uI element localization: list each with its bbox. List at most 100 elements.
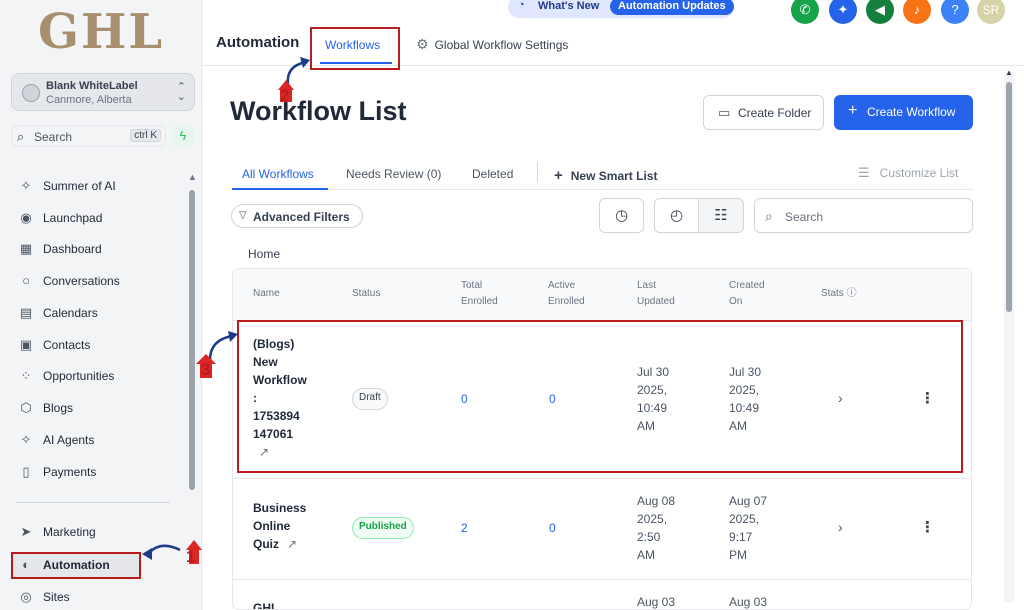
header-created-on[interactable]: Created On bbox=[729, 278, 765, 310]
date-line: Aug 08 bbox=[637, 494, 676, 508]
header-active-enrolled[interactable]: Active Enrolled bbox=[548, 278, 585, 310]
header-total-enrolled[interactable]: Total Enrolled bbox=[461, 278, 498, 310]
scroll-up-icon[interactable]: ▲ bbox=[1005, 68, 1013, 77]
payments-icon: ▯ bbox=[22, 464, 30, 479]
customize-list-button[interactable]: ☰ Customize List bbox=[858, 165, 958, 181]
main-scroll-thumb[interactable] bbox=[1006, 82, 1012, 312]
tab-global-workflow-settings[interactable]: ⚙ Global Workflow Settings bbox=[416, 36, 568, 53]
sidebar-divider bbox=[16, 502, 170, 503]
sidebar-item-launchpad[interactable]: ◉ Launchpad bbox=[16, 206, 186, 230]
sidebar-item-label: Sites bbox=[43, 590, 70, 604]
sidebar-item-payments[interactable]: ▯ Payments bbox=[16, 460, 186, 484]
tab-workflows[interactable]: Workflows bbox=[310, 27, 400, 70]
header-stats: Stats ⓘ bbox=[821, 286, 857, 302]
annotation-number-1: 1 bbox=[186, 547, 196, 566]
sidebar-item-blogs[interactable]: ⬡ Blogs bbox=[16, 396, 186, 420]
info-icon[interactable]: ⓘ bbox=[847, 288, 857, 299]
header-last-updated[interactable]: Last Updated bbox=[637, 278, 675, 310]
phone-icon[interactable]: ✆ bbox=[791, 0, 819, 24]
name-line: Online bbox=[253, 519, 291, 533]
contacts-icon: ▣ bbox=[19, 337, 33, 352]
header-line: Last bbox=[637, 280, 656, 291]
sidebar-item-sites[interactable]: ◎ Sites bbox=[16, 585, 186, 609]
tab-all-workflows[interactable]: All Workflows bbox=[242, 167, 314, 181]
bell-icon[interactable]: ♪ bbox=[903, 0, 931, 24]
sidebar-item-label: Conversations bbox=[43, 274, 120, 288]
sidebar-item-opportunities[interactable]: ⁘ Opportunities bbox=[16, 364, 186, 388]
annotation-number-3: 3 bbox=[201, 360, 211, 379]
user-avatar[interactable]: SR bbox=[977, 0, 1005, 24]
send-icon: ➤ bbox=[20, 524, 32, 539]
sidebar-item-summer-of-ai[interactable]: ✧ Summer of AI bbox=[16, 174, 186, 198]
breadcrumb[interactable]: Home bbox=[248, 247, 280, 261]
announcement-icon[interactable]: ◀ bbox=[866, 0, 894, 24]
sidebar-item-label: Summer of AI bbox=[43, 179, 116, 193]
total-enrolled-value[interactable]: 2 bbox=[461, 519, 468, 537]
list-view-button[interactable]: ☷ bbox=[698, 198, 744, 233]
clock-view-button[interactable]: ◴ bbox=[654, 198, 699, 233]
active-enrolled-value[interactable]: 0 bbox=[549, 519, 556, 537]
header-line: Created bbox=[729, 280, 765, 291]
tab-settings-label: Global Workflow Settings bbox=[434, 38, 569, 52]
blogs-icon: ⬡ bbox=[20, 400, 32, 415]
tabs-separator bbox=[537, 162, 538, 182]
brand-logo[interactable]: GHL bbox=[38, 4, 164, 60]
sidebar-item-conversations[interactable]: ○ Conversations bbox=[16, 269, 186, 293]
created-on-value: Aug 07 2025, 9:17 PM bbox=[729, 492, 799, 564]
status-badge: Published bbox=[352, 517, 414, 539]
header-name[interactable]: Name bbox=[253, 286, 280, 302]
sidebar-item-dashboard[interactable]: ▦ Dashboard bbox=[16, 237, 186, 261]
sidebar-item-ai-agents[interactable]: ✧ AI Agents bbox=[16, 428, 186, 452]
quick-action-bolt-icon[interactable]: ϟ bbox=[172, 125, 194, 147]
sidebar-item-label: Opportunities bbox=[43, 369, 115, 383]
customize-list-label: Customize List bbox=[879, 166, 959, 180]
automation-updates-badge[interactable]: Automation Updates bbox=[610, 0, 734, 15]
date-line: AM bbox=[637, 548, 655, 562]
gear-icon: ⚙ bbox=[416, 36, 429, 52]
search-shortcut: ctrl K bbox=[130, 129, 161, 142]
sidebar-scroll-up-icon[interactable]: ▲ bbox=[188, 172, 197, 182]
sidebar-item-calendars[interactable]: ▤ Calendars bbox=[16, 301, 186, 325]
create-folder-button[interactable]: ▭ Create Folder bbox=[703, 95, 824, 130]
advanced-filters-label: Advanced Filters bbox=[253, 210, 350, 224]
account-switcher[interactable]: Blank WhiteLabel Canmore, Alberta ⌃ ⌄ bbox=[11, 73, 195, 111]
megaphone-icon: ◔ bbox=[518, 0, 525, 11]
tab-workflows-label: Workflows bbox=[325, 38, 381, 52]
external-link-icon[interactable]: ↗ bbox=[287, 537, 297, 551]
sidebar-item-label: Contacts bbox=[43, 338, 91, 352]
date-line: 9:17 bbox=[729, 530, 753, 544]
row-divider bbox=[233, 579, 971, 580]
table-row-name[interactable]: Business Online Quiz bbox=[253, 499, 343, 553]
sidebar-item-contacts[interactable]: ▣ Contacts bbox=[16, 333, 186, 357]
history-button[interactable]: ◷ bbox=[599, 198, 644, 233]
ai-agents-icon: ✧ bbox=[20, 432, 32, 447]
sidebar-search[interactable]: ⌕ Search ctrl K bbox=[11, 125, 166, 147]
header-status[interactable]: Status bbox=[352, 286, 380, 302]
main-scrollbar[interactable]: ▲ bbox=[1004, 68, 1014, 602]
plus-icon: + bbox=[554, 167, 563, 184]
whats-new-pill[interactable]: ◔ What's New Automation Updates bbox=[508, 0, 734, 18]
stats-chevron-right-icon[interactable]: › bbox=[838, 519, 843, 535]
annotation-number-2: 2 bbox=[280, 86, 290, 105]
help-icon[interactable]: ? bbox=[941, 0, 969, 24]
annotation-highlight-row bbox=[237, 320, 963, 473]
workflow-search-input[interactable]: ⌕ Search bbox=[754, 198, 973, 233]
date-line: 2025, bbox=[729, 512, 760, 526]
create-workflow-button[interactable]: + Create Workflow bbox=[834, 95, 973, 130]
table-row-name[interactable]: GHL bbox=[253, 599, 343, 609]
sidebar-search-label: Search bbox=[34, 130, 73, 144]
header-line: On bbox=[729, 296, 743, 307]
magic-icon[interactable]: ✦ bbox=[829, 0, 857, 24]
sidebar-item-label: Blogs bbox=[43, 401, 74, 415]
search-placeholder: Search bbox=[785, 210, 824, 224]
sidebar-item-label: Calendars bbox=[43, 306, 98, 320]
row-menu-kebab-icon[interactable]: ⋮ bbox=[920, 518, 935, 536]
tab-active-underline bbox=[320, 62, 392, 64]
tab-needs-review[interactable]: Needs Review (0) bbox=[346, 167, 441, 181]
header-line: Updated bbox=[637, 296, 675, 307]
tab-deleted[interactable]: Deleted bbox=[472, 167, 513, 181]
new-smart-list-button[interactable]: + New Smart List bbox=[554, 167, 657, 184]
name-line: Business bbox=[253, 501, 307, 515]
sliders-icon: ☰ bbox=[858, 165, 870, 180]
advanced-filters-button[interactable]: ▽ Advanced Filters bbox=[231, 204, 363, 228]
